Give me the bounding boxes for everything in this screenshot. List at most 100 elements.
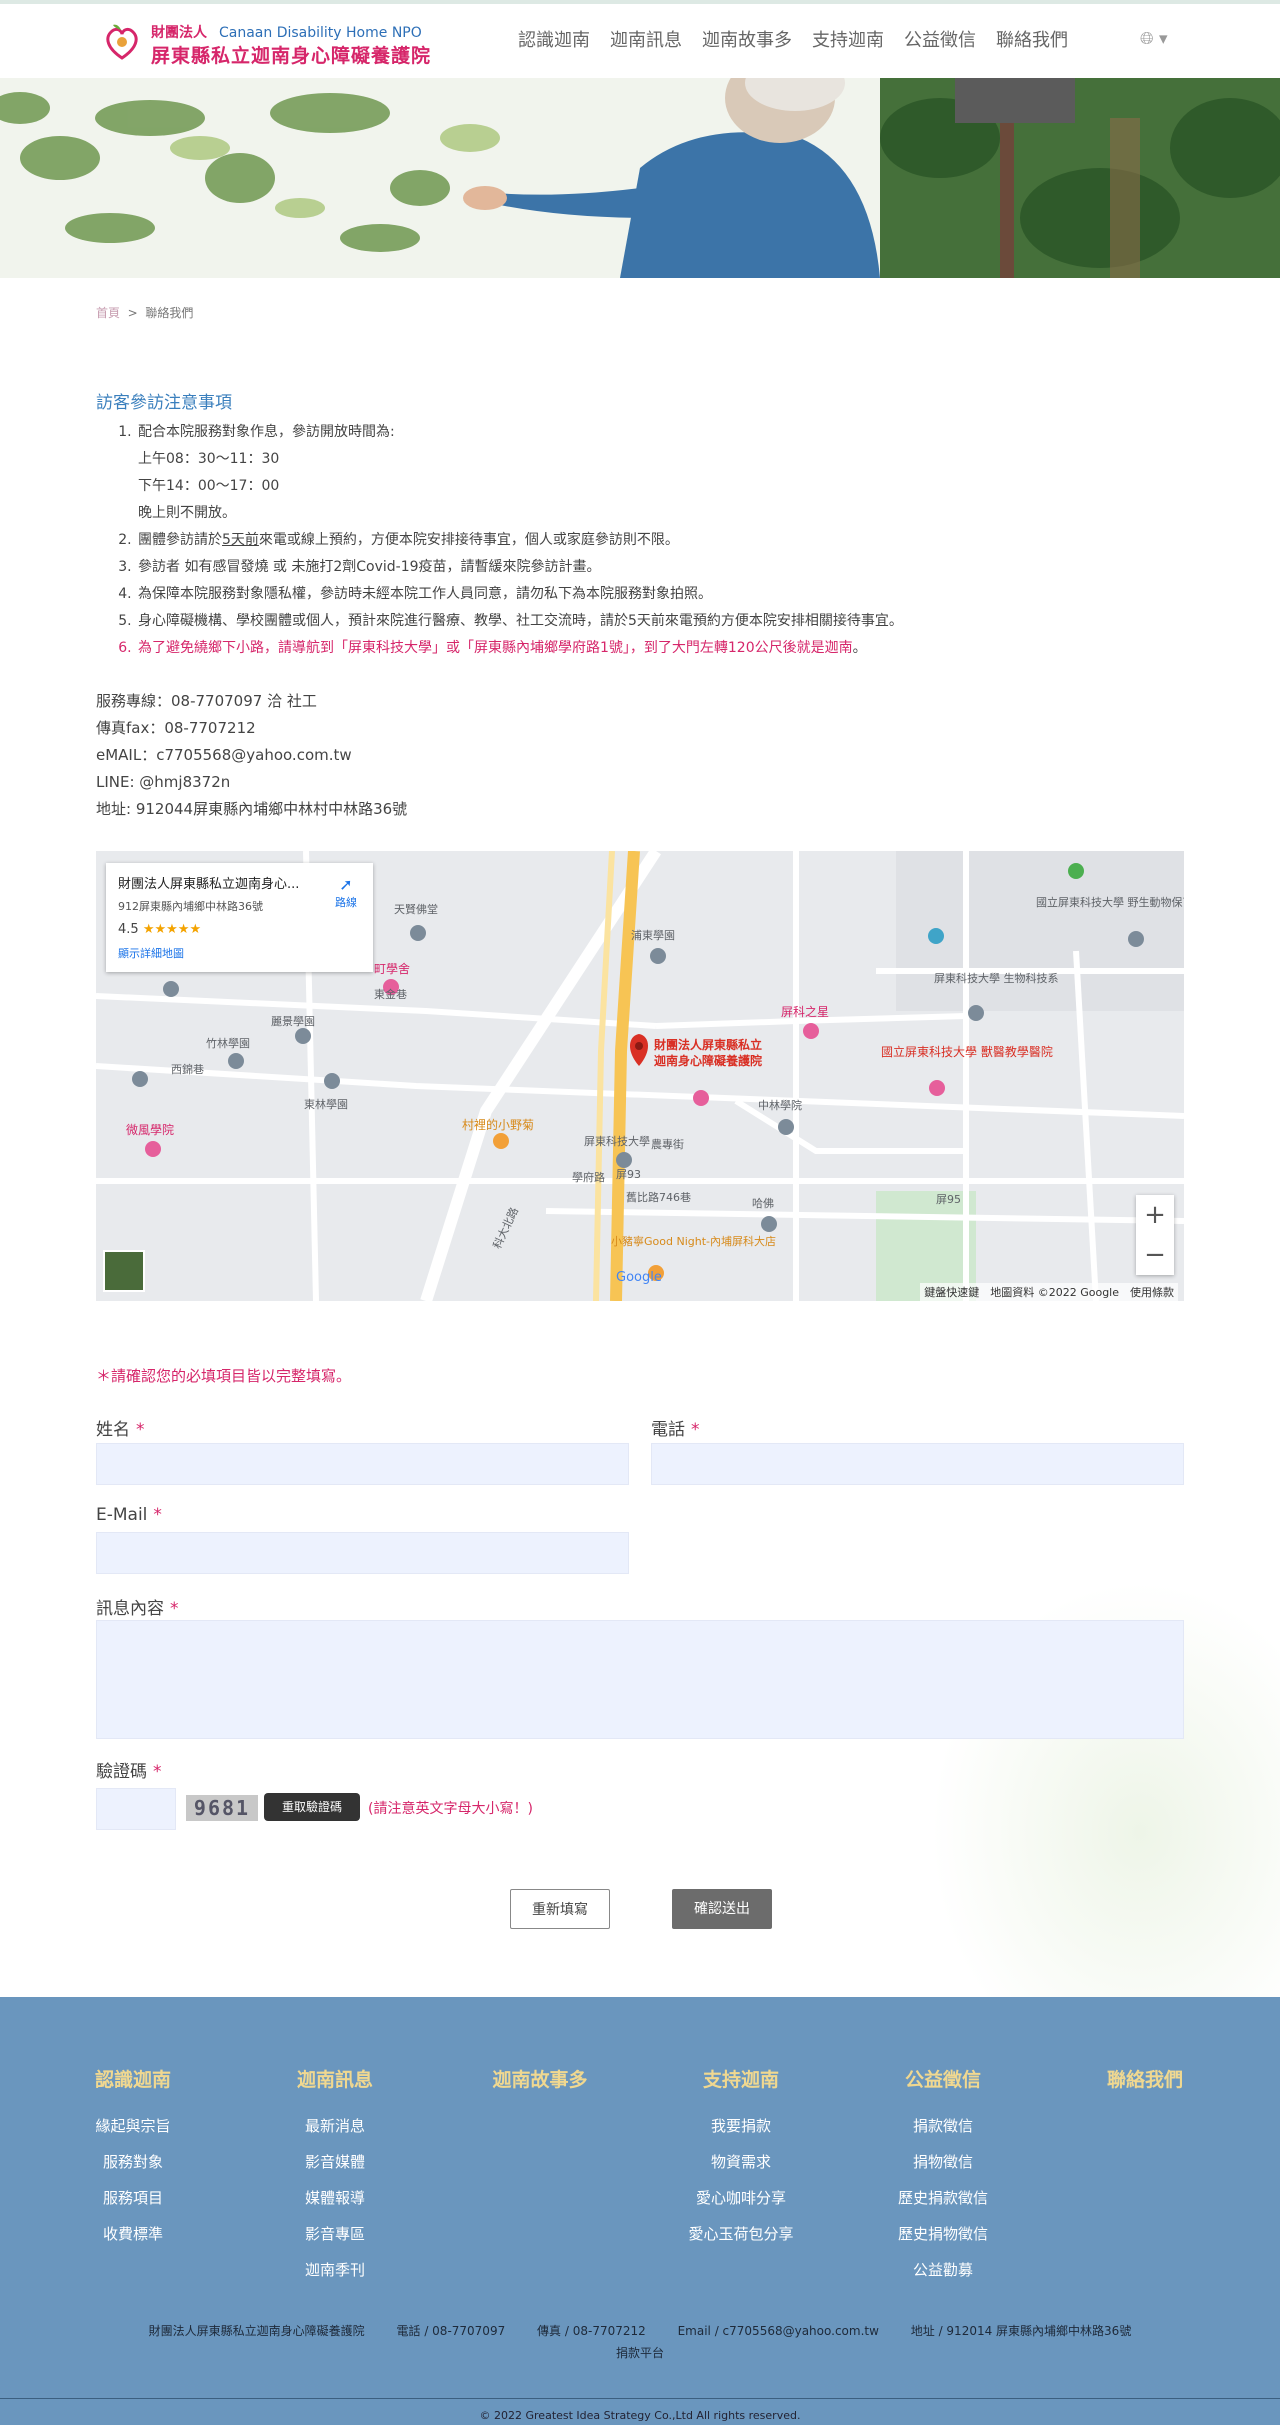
footer-link[interactable]: 歷史捐物徵信 [868,2216,1018,2252]
name-label: 姓名 * [96,1415,145,1440]
site-logo[interactable]: 財團法人 Canaan Disability Home NPO 屏東縣私立迦南身心… [103,18,430,68]
footer-col-title[interactable]: 認識迦南 [58,2065,208,2092]
globe-icon: 🌐︎ [1140,29,1154,49]
footer-link[interactable]: 迦南季刊 [260,2252,410,2288]
footer-link[interactable]: 公益勸募 [868,2252,1018,2288]
map-directions-button[interactable]: ➚ 路線 [335,875,357,910]
zoom-out-button[interactable]: − [1136,1235,1174,1275]
map-label-bio: 屏東科技大學 生物科技系 [934,971,1059,985]
phone-label: 電話 * [651,1415,700,1440]
contact-line: LINE: @hmj8372n [96,773,231,791]
required-star: * [136,1420,145,1440]
pin-label-2: 迦南身心障礙養護院 [654,1053,762,1068]
map-label-school8: 町學舍 [374,961,410,976]
footer-link[interactable]: 緣起與宗旨 [58,2108,208,2144]
map-label-road2: 西錦巷 [171,1062,204,1076]
map-place-card: 財團法人屏東縣私立迦南身心... 912屏東縣內埔鄉中林路36號 4.5 ★★★… [106,863,373,972]
footer-col-support: 支持迦南 我要捐款 物資需求 愛心咖啡分享 愛心玉荷包分享 [666,2065,816,2252]
footer-link[interactable]: 影音專區 [260,2216,410,2252]
breadcrumb-home[interactable]: 首頁 [96,306,120,320]
footer-col-title[interactable]: 支持迦南 [666,2065,816,2092]
notice-item-1: 配合本院服務對象作息，參訪開放時間為: 上午08：30～11：30 下午14：0… [136,419,1184,527]
footer-link[interactable]: 媒體報導 [260,2180,410,2216]
footer-col-title[interactable]: 公益徵信 [868,2065,1018,2092]
email-label-text: E-Mail [96,1505,148,1525]
nav-contact[interactable]: 聯絡我們 [986,26,1078,52]
contact-form: ＊請確認您的必填項目皆以完整填寫。 姓名 * 電話 * E-Mail * 訊息內容 * … [96,1365,1184,1929]
opening-hours-night: 晚上則不開放。 [138,505,236,521]
map-label-store1: 屏科之星 [781,1005,829,1019]
map-attribution[interactable]: 鍵盤快速鍵 地圖資料 ©2022 Google 使用條款 [920,1283,1178,1301]
site-header: 財團法人 Canaan Disability Home NPO 屏東縣私立迦南身心… [0,4,1280,78]
footer-link[interactable]: 服務對象 [58,2144,208,2180]
footer-fax: 傳真 / 08-7707212 [537,2324,646,2338]
footer-col-stories: 迦南故事多 [465,2065,615,2108]
map-card-link[interactable]: 顯示詳細地圖 [118,945,361,961]
nav-charity[interactable]: 公益徵信 [894,26,986,52]
map-label-school3: 竹林學園 [206,1036,250,1050]
map-label-road1: 東金巷 [374,987,407,1001]
nav-about[interactable]: 認識迦南 [508,26,600,52]
notice-list: 配合本院服務對象作息，參訪開放時間為: 上午08：30～11：30 下午14：0… [136,419,1184,662]
zoom-in-button[interactable]: + [1136,1195,1174,1235]
copyright: © 2022 Greatest Idea Strategy Co.,Ltd Al… [0,2409,1280,2425]
footer-col-about: 認識迦南 緣起與宗旨 服務對象 服務項目 收費標準 [58,2065,208,2252]
submit-button[interactable]: 確認送出 [672,1889,772,1929]
footer-link[interactable]: 捐物徵信 [868,2144,1018,2180]
notice-item-2-pre: 團體參訪請於 [138,532,222,548]
refresh-captcha-button[interactable]: 重取驗證碼 [264,1793,360,1821]
notice-item-6-text: 為了避免繞鄉下小路，請導航到「屏東科技大學」或「屏東縣內埔鄉學府路1號」，到了大… [138,640,853,656]
star-icon: ★★★★★ [142,922,202,937]
map-label-school7: 微風學院 [126,1123,174,1137]
reset-button[interactable]: 重新填寫 [510,1889,610,1929]
footer-col-news: 迦南訊息 最新消息 影音媒體 媒體報導 影音專區 迦南季刊 [260,2065,410,2288]
notice-item-5: 身心障礙機構、學校團體或個人，預計來院進行醫療、教學、社工交流時，請於5天前來電… [136,608,1184,635]
footer-col-title[interactable]: 聯絡我們 [1070,2065,1220,2092]
notice-item-6-end: 。 [852,640,867,656]
footer-link[interactable]: 收費標準 [58,2216,208,2252]
nav-news[interactable]: 迦南訊息 [600,26,692,52]
footer-link[interactable]: 愛心咖啡分享 [666,2180,816,2216]
footer-phone: 電話 / 08-7707097 [396,2324,506,2338]
message-label-text: 訊息內容 [96,1599,164,1619]
map-label-store2: 村裡的小野菊 [462,1117,534,1132]
logo-org-en: Canaan Disability Home NPO [219,25,422,41]
footer-link[interactable]: 我要捐款 [666,2108,816,2144]
required-star: * [153,1762,162,1782]
captcha-input[interactable] [96,1788,176,1830]
map-zoom-control: + − [1136,1195,1174,1275]
notice-item-6: 為了避免繞鄉下小路，請導航到「屏東科技大學」或「屏東縣內埔鄉學府路1號」，到了大… [136,635,1184,662]
footer-link[interactable]: 影音媒體 [260,2144,410,2180]
footer-link[interactable]: 歷史捐款徵信 [868,2180,1018,2216]
hero-image [0,78,1280,278]
footer-col-title[interactable]: 迦南故事多 [465,2065,615,2092]
name-input[interactable] [96,1443,629,1485]
map-label-road5: 舊比路746巷 [626,1190,691,1204]
map-card-title: 財團法人屏東縣私立迦南身心... [118,877,300,892]
map-label-school6: 屏東科技大學 [584,1134,650,1148]
logo-org-zh: 財團法人 [151,25,207,41]
footer-link[interactable]: 愛心玉荷包分享 [666,2216,816,2252]
footer-link[interactable]: 最新消息 [260,2108,410,2144]
nav-support[interactable]: 支持迦南 [802,26,894,52]
map-card-address: 912屏東縣內埔鄉中林路36號 [118,900,263,913]
google-logo: Google [616,1270,662,1285]
google-map[interactable]: 天賢佛堂 浦東學園 麗景學園 竹林學園 東林學園 中林學院 屏東科技大學 屏東科… [96,851,1184,1301]
notice-item-2-post: 來電或線上預約，方便本院安排接待事宜，個人或家庭參訪則不限。 [258,532,679,548]
email-input[interactable] [96,1532,629,1574]
footer-link[interactable]: 捐款徵信 [868,2108,1018,2144]
footer-donate-link[interactable]: 捐款平台 [0,2342,1280,2364]
footer-address: 地址 / 912014 屏東縣內埔鄉中林路36號 [910,2324,1132,2338]
footer-divider [0,2398,1280,2399]
required-star: * [153,1505,162,1525]
notice-item-1-text: 配合本院服務對象作息，參訪開放時間為: [138,424,395,440]
nav-stories[interactable]: 迦南故事多 [692,26,802,52]
footer-link[interactable]: 物資需求 [666,2144,816,2180]
footer-col-title[interactable]: 迦南訊息 [260,2065,410,2092]
language-selector[interactable]: 🌐︎ ▾ [1140,29,1168,49]
message-textarea[interactable] [96,1620,1184,1739]
map-label-wild: 國立屏東科技大學 野生動物保育研究 [1036,895,1184,909]
notice-item-2-underline: 5天前 [222,532,259,548]
phone-input[interactable] [651,1443,1184,1485]
footer-link[interactable]: 服務項目 [58,2180,208,2216]
